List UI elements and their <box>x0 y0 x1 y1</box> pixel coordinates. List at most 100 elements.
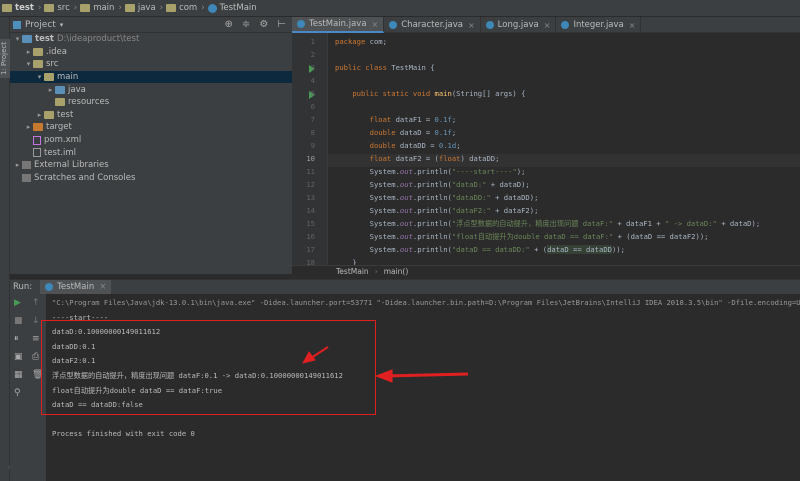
line-number: 12 <box>306 180 315 189</box>
tree-item-label: Scratches and Consoles <box>34 172 136 183</box>
pause-icon[interactable]: ⏸ <box>14 334 19 344</box>
chevron-down-icon[interactable]: ▾ <box>60 21 64 29</box>
chevron-down-icon[interactable]: ▾ <box>35 73 44 81</box>
file-icon <box>33 148 41 158</box>
annotation-box <box>41 320 376 415</box>
tree-item-label: test.iml <box>44 147 77 158</box>
editor-tab[interactable]: TestMain.java × <box>292 17 385 33</box>
code-line: double dataDD = 0.1d; <box>369 141 461 150</box>
chevron-right-icon[interactable]: ▸ <box>13 161 22 169</box>
editor-tab[interactable]: Long.java × <box>481 17 557 33</box>
tree-item[interactable]: resources <box>10 96 292 109</box>
code-line: System.out.println("float自动提升为double dat… <box>335 232 709 241</box>
line-number: 13 <box>306 193 315 202</box>
close-icon[interactable]: × <box>544 21 551 30</box>
chevron-right-icon[interactable]: ▸ <box>24 48 33 56</box>
breadcrumb-item-java[interactable]: java › <box>124 3 164 13</box>
run-panel-header: Run: TestMain × <box>10 279 800 295</box>
console-line: "C:\Program Files\Java\jdk-13.0.1\bin\ja… <box>52 298 800 307</box>
line-number: 11 <box>306 167 315 176</box>
gear-icon[interactable]: ⚙ <box>259 19 268 30</box>
editor-tabs: TestMain.java × Character.java × Long.java × I… <box>292 17 800 33</box>
run-tab-testmain[interactable]: TestMain × <box>40 279 112 295</box>
line-number: 16 <box>306 232 315 241</box>
code-line: System.out.println("dataD:" + dataD); <box>335 180 530 189</box>
tree-item[interactable]: Scratches and Consoles <box>10 172 292 185</box>
chevron-right-icon[interactable]: ▸ <box>24 123 33 131</box>
folder-icon <box>124 4 135 12</box>
editor-breadcrumb: TestMain › main() <box>292 265 800 277</box>
close-icon[interactable]: × <box>468 21 475 30</box>
tree-item[interactable]: test.iml <box>10 146 292 159</box>
breadcrumb-item-src[interactable]: src › <box>44 3 77 13</box>
breadcrumb-item-testmain[interactable]: TestMain <box>207 3 257 13</box>
tree-item[interactable]: ▸ External Libraries <box>10 159 292 172</box>
rerun-icon[interactable]: ▶ <box>14 298 21 308</box>
code-line: System.out.println("dataDD:" + dataDD); <box>335 193 539 202</box>
class-icon <box>389 21 398 29</box>
chevron-right-icon[interactable]: ▸ <box>46 86 55 94</box>
tree-item[interactable]: ▸ java <box>10 83 292 96</box>
breadcrumb-separator: › <box>118 3 122 13</box>
editor-tab-label: Integer.java <box>573 20 624 30</box>
tree-item[interactable]: ▾ src <box>10 58 292 71</box>
folder-icon <box>33 60 43 69</box>
up-icon[interactable]: ↑ <box>32 298 40 308</box>
chevron-down-icon[interactable]: ▾ <box>13 35 22 43</box>
editor-tab[interactable]: Character.java × <box>384 17 481 33</box>
editor-gutter: 1 2 3 4 5 6 7 8 9 10 11 12 13 14 15 16 17 18 <box>292 33 328 267</box>
project-panel-title[interactable]: Project <box>25 20 56 30</box>
code-line: float dataF1 = 0.1f; <box>369 115 457 124</box>
code-line: double dataD = 0.1f; <box>369 128 457 137</box>
breadcrumb-item-test[interactable]: test › <box>2 3 41 13</box>
close-icon[interactable]: × <box>372 20 379 29</box>
breadcrumb-item-main[interactable]: main › <box>80 3 122 13</box>
tree-item[interactable]: ▾ test D:\ideaproduct\test <box>10 33 292 46</box>
class-icon <box>485 21 494 29</box>
breadcrumb-method[interactable]: main() <box>384 267 409 276</box>
project-panel: Project ▾ ⊕ ≑ ⚙ ⊢ ▾ test D:\ideaproduct\te… <box>10 17 292 274</box>
stop-icon[interactable]: ■ <box>14 316 23 326</box>
navigation-breadcrumb: test › src › main › java › com › TestMain <box>0 0 800 17</box>
camera-icon[interactable]: ▣ <box>14 352 23 362</box>
folder-icon <box>33 47 43 56</box>
code-editor[interactable]: package com; public class TestMain { pub… <box>328 33 800 265</box>
tree-item[interactable]: ▾ main <box>10 70 292 84</box>
project-tree: ▾ test D:\ideaproduct\test ▸ .idea ▾ src ▾ main ▸… <box>10 33 292 184</box>
layout-icon[interactable]: ▦ <box>14 370 23 380</box>
tree-item-label: java <box>68 84 86 95</box>
close-icon[interactable]: × <box>99 282 106 292</box>
console-line: Process finished with exit code 0 <box>52 429 195 439</box>
chevron-right-icon[interactable]: ▸ <box>35 111 44 119</box>
tree-item-path: D:\ideaproduct\test <box>56 34 140 45</box>
tree-item[interactable]: ▸ .idea <box>10 46 292 59</box>
tree-item[interactable]: pom.xml <box>10 134 292 147</box>
project-tool-button[interactable]: 1: Project <box>0 39 10 78</box>
chevron-down-icon[interactable]: ▾ <box>24 60 33 68</box>
locate-icon[interactable]: ⊕ <box>225 19 233 30</box>
soft-wrap-icon[interactable]: ≡ <box>32 334 40 344</box>
breadcrumb-label: src <box>57 3 70 13</box>
breadcrumb-item-com[interactable]: com › <box>166 3 205 13</box>
class-icon <box>297 20 305 28</box>
breadcrumb-class[interactable]: TestMain <box>336 267 369 276</box>
code-line: } <box>335 258 357 265</box>
editor-tab[interactable]: Integer.java × <box>556 17 642 33</box>
print-icon[interactable]: ⎙ <box>32 352 39 362</box>
breadcrumb-separator: › <box>159 3 164 13</box>
tree-item-label: src <box>46 59 59 70</box>
code-line: System.out.println("浮点型数据的自动提升，精度出现问题 da… <box>335 219 761 228</box>
tree-item[interactable]: ▸ test <box>10 109 292 122</box>
folder-icon <box>44 4 55 12</box>
line-number: 5 <box>310 89 315 98</box>
collapse-all-icon[interactable]: ≑ <box>242 19 250 30</box>
tree-item[interactable]: ▸ target <box>10 121 292 134</box>
down-icon[interactable]: ↓ <box>32 316 40 326</box>
hide-icon[interactable]: ⊢ <box>277 19 286 30</box>
pin-icon[interactable]: ⚲ <box>14 388 21 398</box>
breadcrumb-separator: › <box>201 3 205 13</box>
left-tool-strip: 1: Project 2: Favorites <box>0 17 16 481</box>
class-icon <box>561 21 570 29</box>
favorites-tool-button[interactable]: 2: Favorites <box>0 457 16 481</box>
close-icon[interactable]: × <box>629 21 636 30</box>
